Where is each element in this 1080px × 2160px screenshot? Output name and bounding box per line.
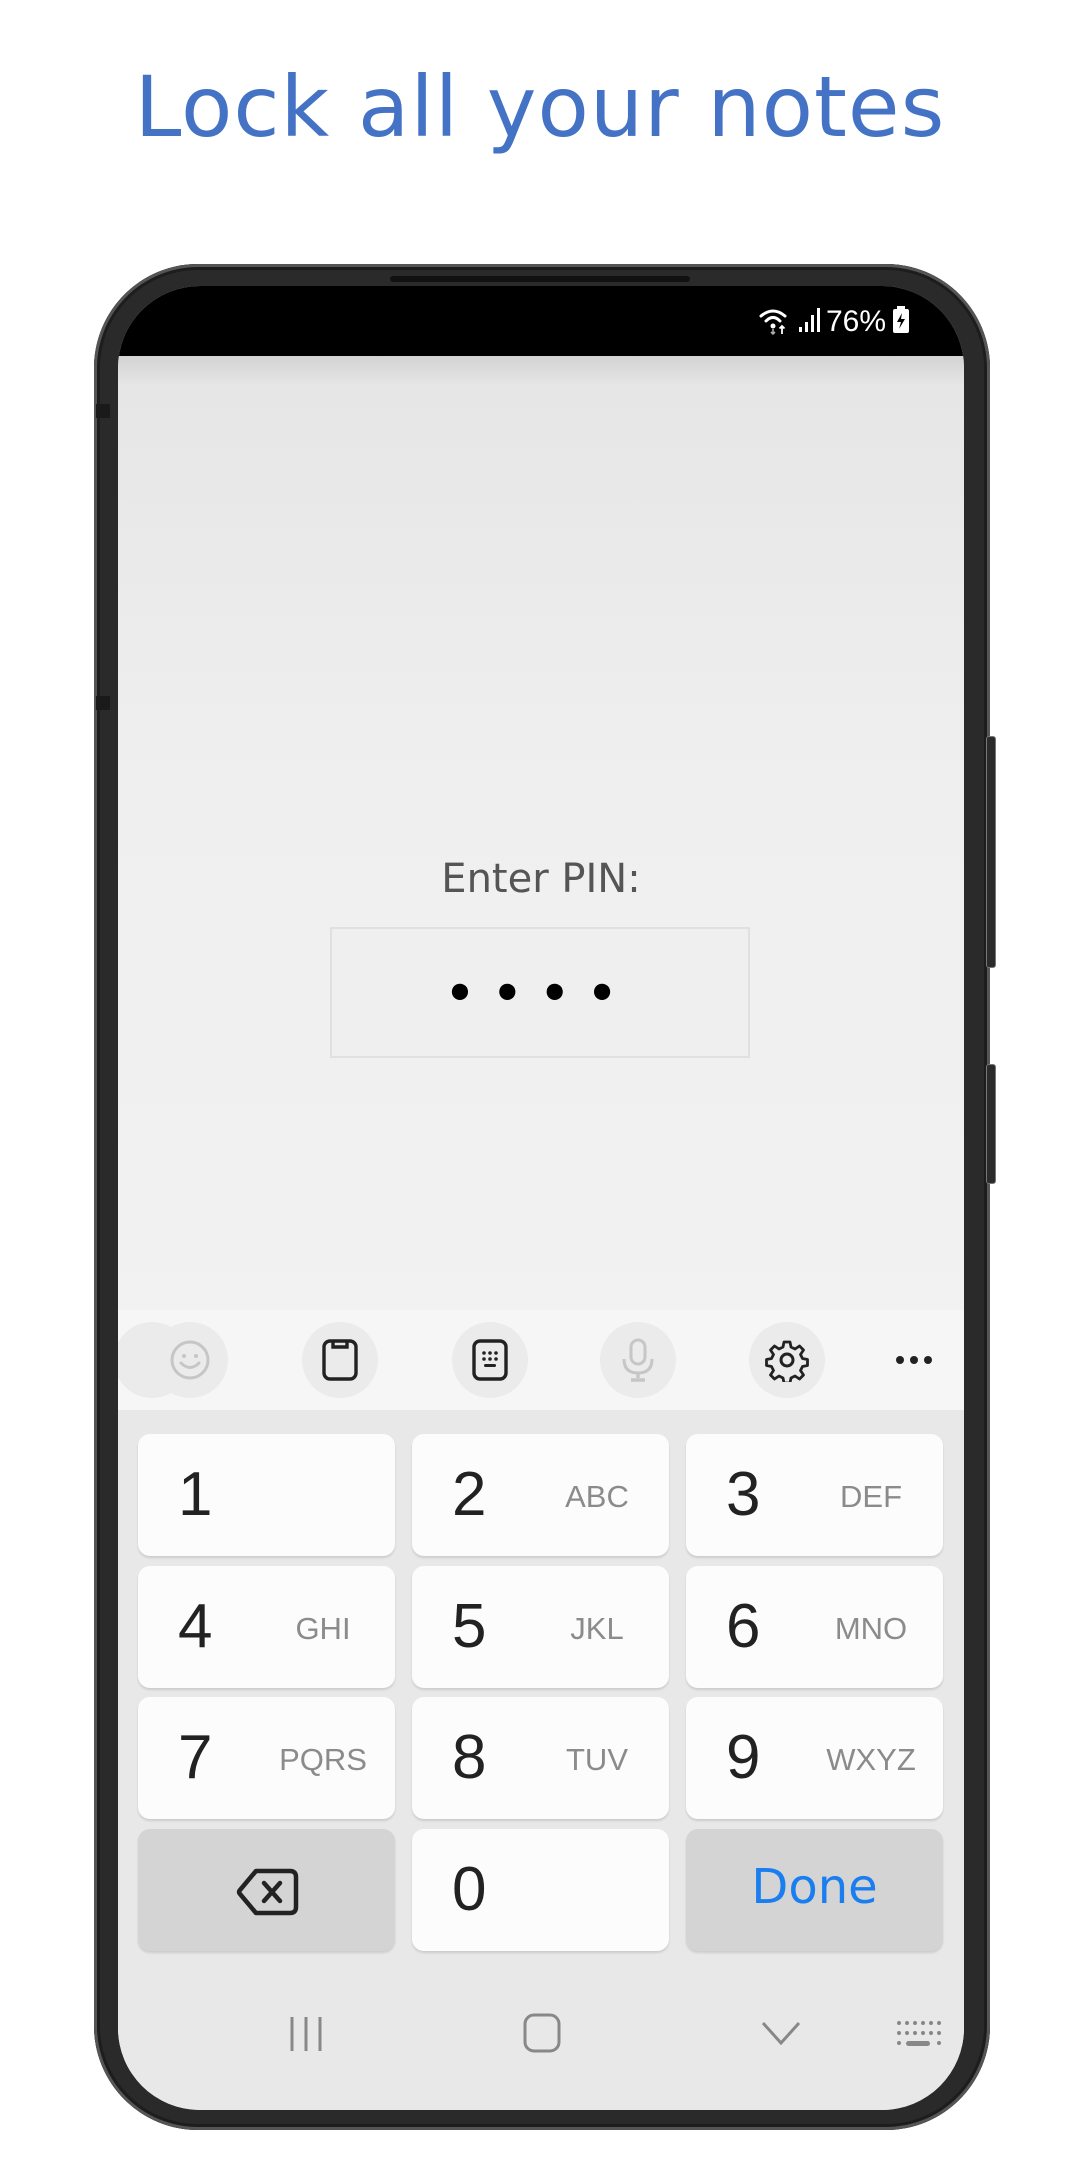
- microphone-icon: [622, 1338, 654, 1382]
- key-letters: WXYZ: [826, 1742, 916, 1777]
- key-letters: TUV: [566, 1742, 628, 1777]
- key-letters: GHI: [295, 1611, 351, 1646]
- pin-entry-screen: Enter PIN:: [118, 356, 964, 1410]
- status-bar: 76%: [118, 286, 964, 356]
- keyboard-mode-button[interactable]: [452, 1322, 528, 1398]
- voice-input-button[interactable]: [600, 1322, 676, 1398]
- key-3[interactable]: 3 DEF: [686, 1434, 943, 1556]
- page-headline: Lock all your notes: [134, 58, 946, 156]
- key-1[interactable]: 1: [138, 1434, 395, 1556]
- home-button[interactable]: [522, 2012, 562, 2059]
- key-9[interactable]: 9 WXYZ: [686, 1697, 943, 1819]
- done-key[interactable]: Done: [686, 1829, 943, 1951]
- volume-button: [986, 736, 996, 968]
- keyboard-toolbar: [118, 1310, 964, 1410]
- key-letters: PQRS: [279, 1742, 367, 1777]
- keyboard-mode-icon: [472, 1339, 508, 1381]
- frame-antenna-mark: [96, 696, 110, 710]
- power-button: [986, 1064, 996, 1184]
- key-5[interactable]: 5 JKL: [412, 1566, 669, 1688]
- settings-gear-icon: [765, 1340, 809, 1382]
- pin-label: Enter PIN:: [441, 856, 641, 902]
- pin-input[interactable]: [332, 964, 748, 1021]
- navigation-bar: [118, 1986, 964, 2110]
- emoji-button[interactable]: [152, 1322, 228, 1398]
- frame-antenna-mark: [96, 404, 110, 418]
- key-2[interactable]: 2 ABC: [412, 1434, 669, 1556]
- hide-keyboard-icon: [761, 2021, 801, 2046]
- backspace-key[interactable]: [138, 1829, 395, 1951]
- key-letters: JKL: [570, 1611, 624, 1646]
- recent-apps-button[interactable]: [288, 2014, 324, 2059]
- key-digit: 7: [178, 1723, 213, 1792]
- key-digit: 3: [726, 1460, 761, 1529]
- key-digit: 9: [726, 1723, 761, 1792]
- key-6[interactable]: 6 MNO: [686, 1566, 943, 1688]
- pin-input-box[interactable]: [330, 927, 750, 1058]
- key-digit: 8: [452, 1723, 487, 1792]
- wifi-data-icon: [758, 305, 792, 340]
- clipboard-icon: [322, 1339, 358, 1381]
- key-digit: 5: [452, 1592, 487, 1661]
- key-letters: DEF: [840, 1479, 902, 1514]
- done-label: Done: [751, 1859, 878, 1915]
- keyboard-settings-button[interactable]: [749, 1322, 825, 1398]
- backspace-icon: [236, 1868, 299, 1916]
- key-digit: 6: [726, 1592, 761, 1661]
- key-0[interactable]: 0: [412, 1829, 669, 1951]
- key-8[interactable]: 8 TUV: [412, 1697, 669, 1819]
- key-digit: 2: [452, 1460, 487, 1529]
- earpiece-slot: [390, 276, 690, 282]
- key-7[interactable]: 7 PQRS: [138, 1697, 395, 1819]
- hide-keyboard-button[interactable]: [760, 2020, 802, 2051]
- keyboard-switch-button[interactable]: [896, 2020, 942, 2053]
- clipboard-button[interactable]: [302, 1322, 378, 1398]
- key-digit: 1: [178, 1460, 213, 1529]
- battery-charging-icon: [892, 305, 910, 339]
- keyboard-switch-icon: [897, 2021, 941, 2046]
- more-options-button[interactable]: [884, 1322, 944, 1398]
- key-digit: 4: [178, 1592, 213, 1661]
- more-options-icon: [896, 1356, 932, 1364]
- phone-screen: 76% Enter PIN: •••• 1 2 ABC 3 DEF 4 GHI …: [118, 286, 964, 2110]
- key-4[interactable]: 4 GHI: [138, 1566, 395, 1688]
- recent-apps-icon: [290, 2017, 322, 2051]
- key-letters: ABC: [565, 1479, 629, 1514]
- signal-icon: [798, 307, 820, 338]
- home-icon: [523, 2013, 561, 2053]
- key-digit: 0: [452, 1855, 487, 1924]
- status-icons: 76%: [758, 304, 910, 340]
- key-letters: MNO: [834, 1611, 908, 1646]
- battery-percent: 76%: [825, 305, 886, 338]
- emoji-icon: [170, 1340, 210, 1380]
